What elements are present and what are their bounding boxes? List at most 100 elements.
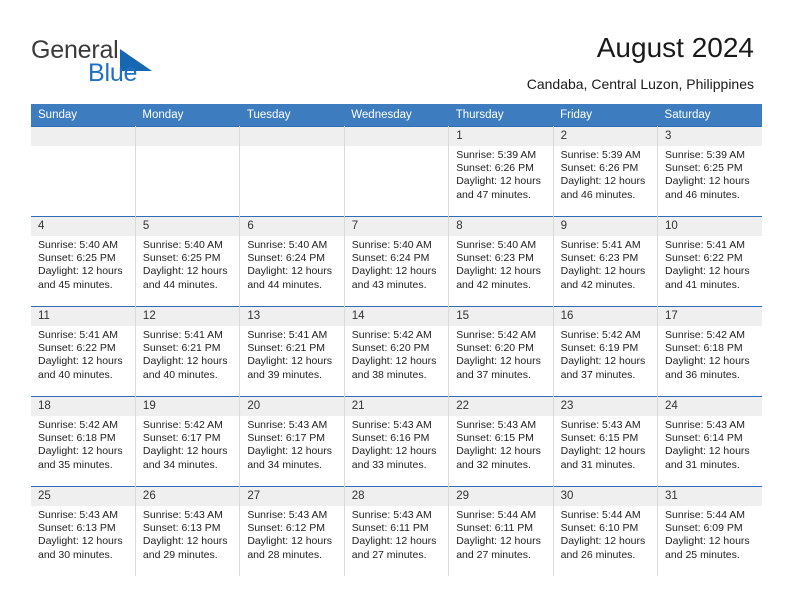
- calendar-day-cell[interactable]: 26 Sunrise: 5:43 AM Sunset: 6:13 PM Dayligh…: [135, 486, 241, 576]
- sunset-text: Sunset: 6:13 PM: [142, 522, 221, 535]
- calendar-day-cell[interactable]: 1 Sunrise: 5:39 AM Sunset: 6:26 PM Daylight…: [448, 126, 554, 217]
- day-number: 9: [553, 217, 658, 236]
- calendar-week-row: 1 Sunrise: 5:39 AM Sunset: 6:26 PM Daylight…: [31, 126, 762, 217]
- sunset-text: Sunset: 6:11 PM: [351, 522, 429, 535]
- calendar-day-cell[interactable]: 27 Sunrise: 5:43 AM Sunset: 6:12 PM Dayligh…: [239, 486, 345, 576]
- daylight-text-line1: Daylight: 12 hours: [456, 355, 541, 368]
- location-subtitle: Candaba, Central Luzon, Philippines: [526, 76, 754, 92]
- day-number: [240, 127, 344, 146]
- calendar-day-cell[interactable]: 25 Sunrise: 5:43 AM Sunset: 6:13 PM Dayligh…: [31, 486, 136, 576]
- daylight-text-line1: Daylight: 12 hours: [665, 355, 750, 368]
- sun-info: Sunrise: 5:41 AM Sunset: 6:23 PM Daylight:…: [554, 236, 657, 292]
- daylight-text-line1: Daylight: 12 hours: [665, 265, 750, 278]
- day-number: 11: [31, 307, 135, 326]
- daylight-text-line2: and 36 minutes.: [665, 368, 740, 381]
- calendar-day-cell[interactable]: 24 Sunrise: 5:43 AM Sunset: 6:14 PM Dayligh…: [657, 396, 762, 487]
- day-number: 20: [240, 397, 344, 416]
- calendar-day-cell[interactable]: 7 Sunrise: 5:40 AM Sunset: 6:24 PM Daylight…: [344, 216, 450, 307]
- calendar-day-cell[interactable]: 9 Sunrise: 5:41 AM Sunset: 6:23 PM Daylight…: [553, 216, 659, 307]
- daylight-text-line1: Daylight: 12 hours: [38, 265, 123, 278]
- calendar-day-cell[interactable]: 29 Sunrise: 5:44 AM Sunset: 6:11 PM Dayligh…: [448, 486, 554, 576]
- calendar-day-cell[interactable]: 17 Sunrise: 5:42 AM Sunset: 6:18 PM Dayligh…: [657, 306, 762, 397]
- daylight-text-line1: Daylight: 12 hours: [665, 175, 750, 188]
- day-number: 25: [31, 487, 135, 506]
- calendar-day-cell[interactable]: 10 Sunrise: 5:41 AM Sunset: 6:22 PM Dayligh…: [657, 216, 762, 307]
- calendar-day-cell[interactable]: 5 Sunrise: 5:40 AM Sunset: 6:25 PM Daylight…: [135, 216, 241, 307]
- sun-info: Sunrise: 5:44 AM Sunset: 6:09 PM Daylight:…: [658, 506, 762, 562]
- calendar-week-row: 11 Sunrise: 5:41 AM Sunset: 6:22 PM Dayligh…: [31, 306, 762, 397]
- sunrise-text: Sunrise: 5:42 AM: [560, 329, 641, 341]
- daylight-text-line2: and 34 minutes.: [247, 458, 323, 471]
- calendar-day-cell[interactable]: 31 Sunrise: 5:44 AM Sunset: 6:09 PM Dayligh…: [657, 486, 762, 576]
- calendar-day-cell[interactable]: 18 Sunrise: 5:42 AM Sunset: 6:18 PM Dayligh…: [31, 396, 136, 487]
- day-number: 30: [553, 487, 658, 506]
- sunset-text: Sunset: 6:26 PM: [456, 162, 534, 175]
- weekday-header-monday: Monday: [135, 104, 240, 127]
- daylight-text-line2: and 34 minutes.: [142, 458, 218, 471]
- day-number: 29: [449, 487, 553, 506]
- calendar-day-cell[interactable]: 30 Sunrise: 5:44 AM Sunset: 6:10 PM Dayligh…: [553, 486, 659, 576]
- sunset-text: Sunset: 6:12 PM: [247, 522, 325, 535]
- sunrise-text: Sunrise: 5:41 AM: [247, 329, 328, 341]
- day-number: 22: [449, 397, 553, 416]
- calendar-day-cell[interactable]: 23 Sunrise: 5:43 AM Sunset: 6:15 PM Dayligh…: [553, 396, 659, 487]
- calendar-day-cell[interactable]: 15 Sunrise: 5:42 AM Sunset: 6:20 PM Dayligh…: [448, 306, 554, 397]
- daylight-text-line2: and 43 minutes.: [351, 278, 427, 291]
- sunset-text: Sunset: 6:26 PM: [560, 162, 639, 175]
- day-number: 14: [344, 307, 449, 326]
- daylight-text-line1: Daylight: 12 hours: [38, 355, 123, 368]
- calendar-day-cell[interactable]: 2 Sunrise: 5:39 AM Sunset: 6:26 PM Daylight…: [553, 126, 659, 217]
- daylight-text-line1: Daylight: 12 hours: [247, 265, 332, 278]
- calendar-day-cell[interactable]: 12 Sunrise: 5:41 AM Sunset: 6:21 PM Dayligh…: [135, 306, 241, 397]
- day-number: [344, 127, 449, 146]
- calendar-day-cell[interactable]: 6 Sunrise: 5:40 AM Sunset: 6:24 PM Daylight…: [239, 216, 345, 307]
- daylight-text-line1: Daylight: 12 hours: [351, 355, 437, 368]
- calendar-week-row: 4 Sunrise: 5:40 AM Sunset: 6:25 PM Daylight…: [31, 216, 762, 307]
- page-header: General Blue August 2024 Candaba, Centra…: [0, 0, 792, 104]
- calendar-day-cell[interactable]: 3 Sunrise: 5:39 AM Sunset: 6:25 PM Daylight…: [657, 126, 762, 217]
- weekday-header-wednesday: Wednesday: [344, 104, 449, 127]
- sunrise-text: Sunrise: 5:41 AM: [38, 329, 118, 341]
- sunset-text: Sunset: 6:18 PM: [38, 432, 116, 445]
- daylight-text-line1: Daylight: 12 hours: [142, 355, 228, 368]
- calendar-day-cell[interactable]: 13 Sunrise: 5:41 AM Sunset: 6:21 PM Dayligh…: [239, 306, 345, 397]
- calendar-day-cell[interactable]: 28 Sunrise: 5:43 AM Sunset: 6:11 PM Dayligh…: [344, 486, 450, 576]
- sunset-text: Sunset: 6:19 PM: [560, 342, 639, 355]
- calendar-day-cell[interactable]: 16 Sunrise: 5:42 AM Sunset: 6:19 PM Dayligh…: [553, 306, 659, 397]
- sun-info: Sunrise: 5:43 AM Sunset: 6:16 PM Daylight:…: [345, 416, 448, 472]
- calendar-day-cell[interactable]: 11 Sunrise: 5:41 AM Sunset: 6:22 PM Dayligh…: [31, 306, 136, 397]
- daylight-text-line1: Daylight: 12 hours: [456, 265, 541, 278]
- sun-info: Sunrise: 5:43 AM Sunset: 6:17 PM Daylight:…: [240, 416, 343, 472]
- sun-info: Sunrise: 5:39 AM Sunset: 6:25 PM Daylight:…: [658, 146, 762, 202]
- calendar-day-cell[interactable]: 21 Sunrise: 5:43 AM Sunset: 6:16 PM Dayligh…: [344, 396, 450, 487]
- sunrise-text: Sunrise: 5:44 AM: [456, 509, 537, 521]
- calendar-cell-empty: [239, 126, 345, 217]
- sunset-text: Sunset: 6:15 PM: [560, 432, 639, 445]
- logo[interactable]: General Blue: [31, 36, 251, 87]
- day-number: 7: [344, 217, 449, 236]
- day-number: 1: [449, 127, 553, 146]
- sunset-text: Sunset: 6:25 PM: [142, 252, 221, 265]
- daylight-text-line2: and 40 minutes.: [38, 368, 113, 381]
- calendar-day-cell[interactable]: 19 Sunrise: 5:42 AM Sunset: 6:17 PM Dayligh…: [135, 396, 241, 487]
- calendar-day-cell[interactable]: 4 Sunrise: 5:40 AM Sunset: 6:25 PM Daylight…: [31, 216, 136, 307]
- daylight-text-line2: and 32 minutes.: [456, 458, 531, 471]
- sunrise-text: Sunrise: 5:43 AM: [560, 419, 641, 431]
- daylight-text-line2: and 37 minutes.: [560, 368, 636, 381]
- sun-info: Sunrise: 5:39 AM Sunset: 6:26 PM Daylight:…: [554, 146, 657, 202]
- sun-info: Sunrise: 5:42 AM Sunset: 6:18 PM Daylight:…: [31, 416, 135, 472]
- daylight-text-line2: and 33 minutes.: [351, 458, 427, 471]
- sunrise-text: Sunrise: 5:39 AM: [560, 149, 641, 161]
- daylight-text-line2: and 45 minutes.: [38, 278, 113, 291]
- calendar-day-cell[interactable]: 22 Sunrise: 5:43 AM Sunset: 6:15 PM Dayligh…: [448, 396, 554, 487]
- calendar-day-cell[interactable]: 8 Sunrise: 5:40 AM Sunset: 6:23 PM Daylight…: [448, 216, 554, 307]
- daylight-text-line1: Daylight: 12 hours: [38, 535, 123, 548]
- day-number: 26: [135, 487, 240, 506]
- day-number: 27: [240, 487, 344, 506]
- day-number: 4: [31, 217, 135, 236]
- calendar-day-cell[interactable]: 14 Sunrise: 5:42 AM Sunset: 6:20 PM Dayligh…: [344, 306, 450, 397]
- sunset-text: Sunset: 6:20 PM: [456, 342, 534, 355]
- sunrise-text: Sunrise: 5:39 AM: [456, 149, 537, 161]
- calendar-day-cell[interactable]: 20 Sunrise: 5:43 AM Sunset: 6:17 PM Dayligh…: [239, 396, 345, 487]
- daylight-text-line1: Daylight: 12 hours: [560, 175, 646, 188]
